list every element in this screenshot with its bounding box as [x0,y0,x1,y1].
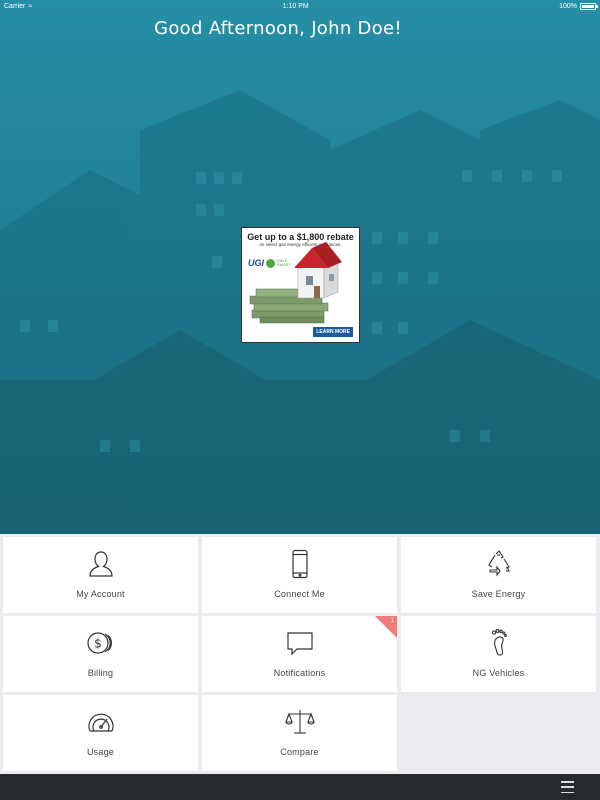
chat-bubble-icon [285,628,315,658]
tile-compare[interactable]: Compare [202,695,397,771]
house-money-icon [249,242,342,324]
tile-label: Notifications [273,668,326,678]
tile-grid: My Account Connect Me Save Energy $ Bill… [3,537,597,771]
tile-save-energy[interactable]: Save Energy [401,537,596,613]
tile-label: Connect Me [274,589,325,599]
greeting-title: Good Afternoon, John Doe! [154,18,402,39]
scale-icon [284,707,315,737]
notification-count: 1 [390,618,394,624]
tile-label: Usage [86,747,114,757]
coins-icon: $ [86,628,116,658]
ad-banner[interactable]: Get up to a $1,800 rebate on select gas … [241,227,360,343]
hamburger-menu-icon[interactable] [561,781,574,793]
tile-connect-me[interactable]: Connect Me [202,537,397,613]
tile-usage[interactable]: Usage [3,695,198,771]
tile-label: Billing [87,668,114,678]
tile-my-account[interactable]: My Account [3,537,198,613]
battery-percent: 100% [559,2,577,10]
carrier-label: Carrier [4,2,26,10]
status-bar: Carrier ≈ 1:10 PM 100% [0,0,600,12]
battery-icon [580,2,598,10]
status-time: 1:10 PM [282,2,309,10]
recycle-icon [484,549,514,579]
learn-more-button[interactable]: LEARN MORE [313,327,353,337]
tile-label: Compare [280,747,319,757]
bottom-bar [0,774,600,800]
person-icon [86,549,116,579]
tile-ng-vehicles[interactable]: NG Vehicles [401,616,596,692]
tile-label: Save Energy [471,589,526,599]
footprint-icon [484,628,514,658]
phone-icon [285,549,315,579]
gauge-icon [86,707,116,737]
tile-billing[interactable]: $ Billing [3,616,198,692]
tile-label: My Account [76,589,125,599]
svg-text:$: $ [94,637,102,651]
tile-notifications[interactable]: 1 Notifications [202,616,397,692]
tile-label: NG Vehicles [472,668,525,678]
wifi-icon: ≈ [28,2,33,10]
